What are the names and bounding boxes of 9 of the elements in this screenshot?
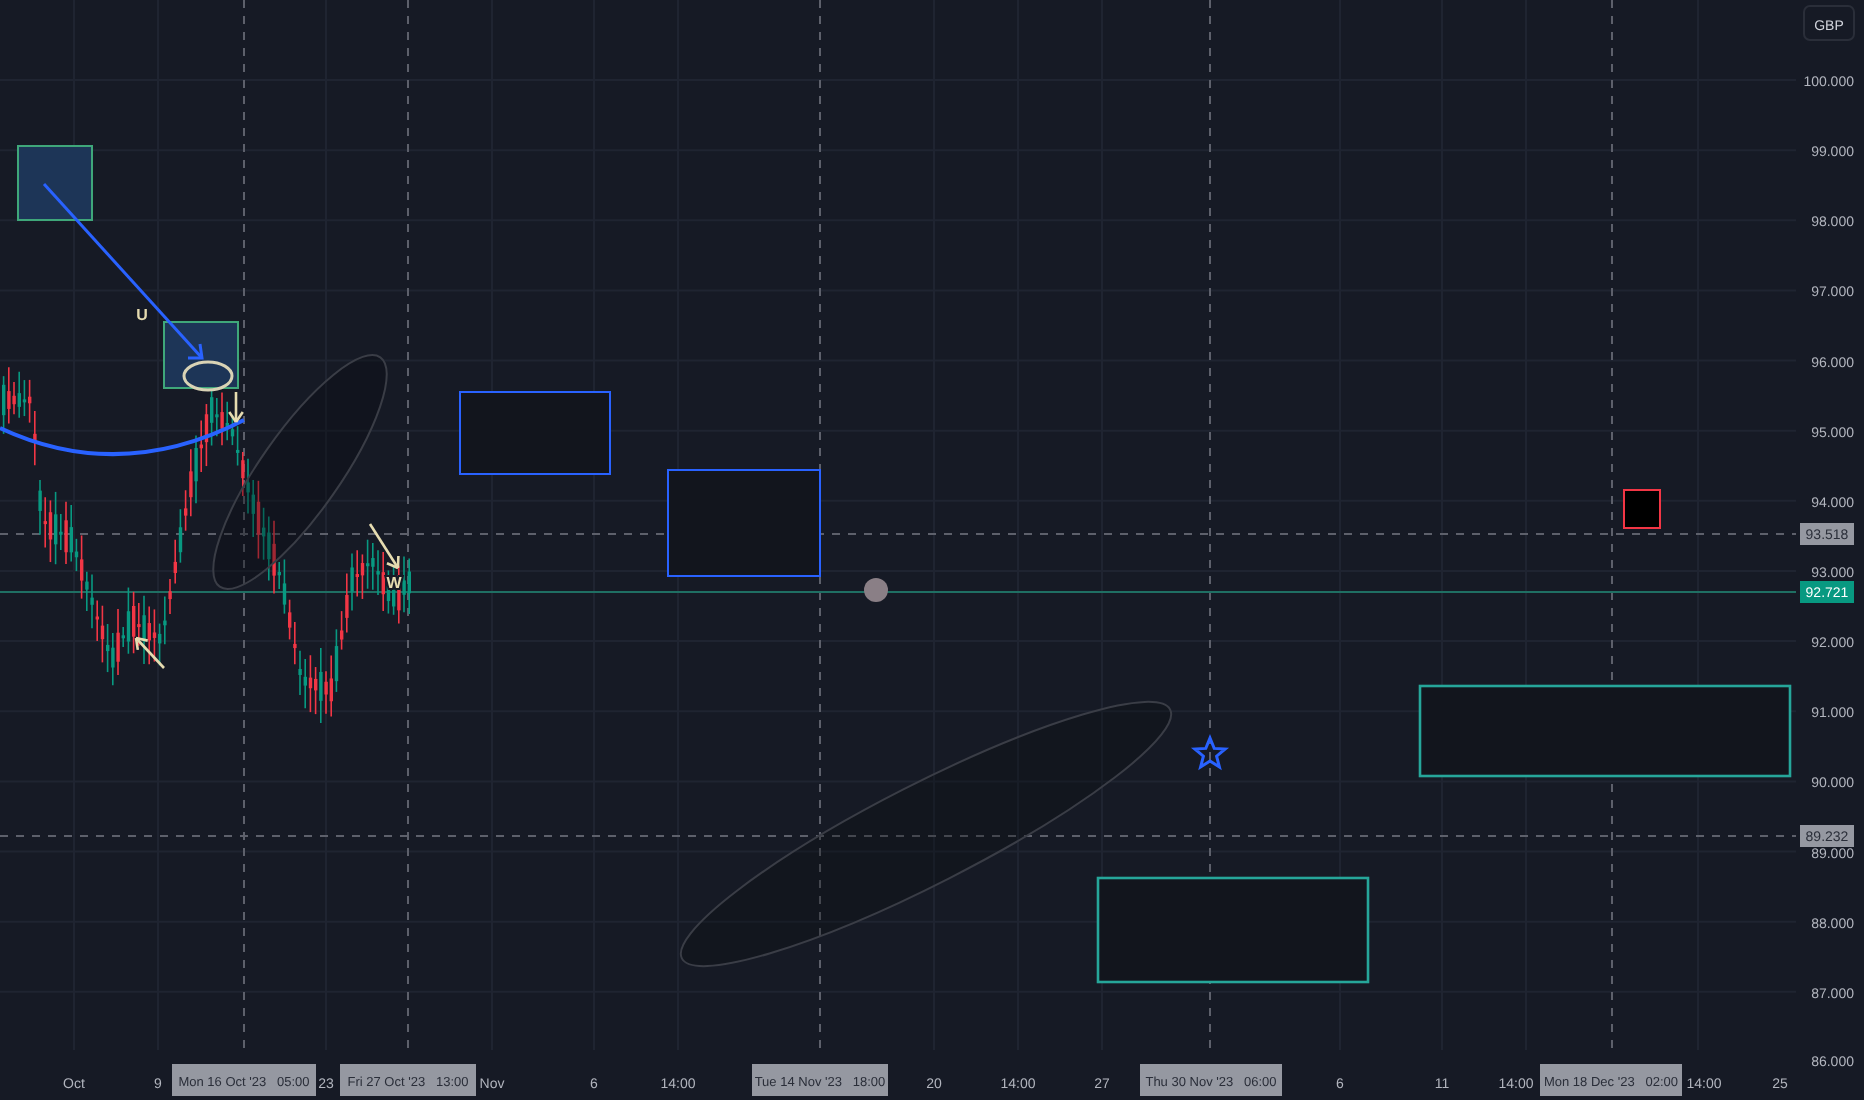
rectangle-drawing[interactable] (1623, 489, 1661, 529)
annotation-text: U (136, 306, 148, 324)
dot-drawing[interactable] (864, 578, 888, 602)
rectangle-drawing[interactable] (459, 391, 611, 475)
pattern-markup-drawing[interactable] (0, 145, 400, 669)
star-icon[interactable] (1190, 734, 1230, 771)
rectangle-drawing[interactable] (1418, 684, 1792, 778)
rectangle-drawing[interactable] (1096, 876, 1370, 984)
rectangle-drawing[interactable] (667, 469, 821, 577)
